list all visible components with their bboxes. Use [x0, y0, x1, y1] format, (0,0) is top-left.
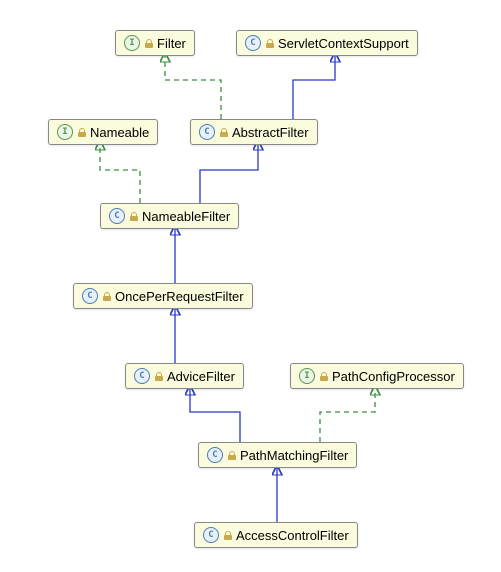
node-advicefilter: C AdviceFilter	[125, 363, 244, 389]
node-label: AdviceFilter	[167, 369, 235, 384]
node-label: Filter	[157, 36, 186, 51]
node-label: AbstractFilter	[232, 125, 309, 140]
class-icon: C	[203, 527, 219, 543]
class-icon: C	[207, 447, 223, 463]
lock-icon	[220, 128, 228, 137]
node-onceperrequestfilter: C OncePerRequestFilter	[73, 283, 253, 309]
lock-icon	[320, 372, 328, 381]
lock-icon	[145, 39, 153, 48]
lock-icon	[224, 531, 232, 540]
node-abstractfilter: C AbstractFilter	[190, 119, 318, 145]
node-pathconfigprocessor: I PathConfigProcessor	[290, 363, 464, 389]
node-label: OncePerRequestFilter	[115, 289, 244, 304]
node-nameable: I Nameable	[48, 119, 158, 145]
node-label: Nameable	[90, 125, 149, 140]
class-icon: C	[199, 124, 215, 140]
interface-icon: I	[57, 124, 73, 140]
node-nameablefilter: C NameableFilter	[100, 203, 239, 229]
lock-icon	[266, 39, 274, 48]
node-label: NameableFilter	[142, 209, 230, 224]
node-servletcontextsupport: C ServletContextSupport	[236, 30, 418, 56]
node-filter: I Filter	[115, 30, 195, 56]
class-icon: C	[82, 288, 98, 304]
lock-icon	[155, 372, 163, 381]
node-label: ServletContextSupport	[278, 36, 409, 51]
lock-icon	[130, 212, 138, 221]
class-icon: C	[109, 208, 125, 224]
node-label: AccessControlFilter	[236, 528, 349, 543]
lock-icon	[103, 292, 111, 301]
interface-icon: I	[124, 35, 140, 51]
node-accesscontrolfilter: C AccessControlFilter	[194, 522, 358, 548]
class-icon: C	[245, 35, 261, 51]
interface-icon: I	[299, 368, 315, 384]
lock-icon	[228, 451, 236, 460]
node-pathmatchingfilter: C PathMatchingFilter	[198, 442, 357, 468]
lock-icon	[78, 128, 86, 137]
class-icon: C	[134, 368, 150, 384]
node-label: PathConfigProcessor	[332, 369, 455, 384]
node-label: PathMatchingFilter	[240, 448, 348, 463]
diagram-canvas: I Filter C ServletContextSupport I Nameable…	[0, 0, 501, 572]
